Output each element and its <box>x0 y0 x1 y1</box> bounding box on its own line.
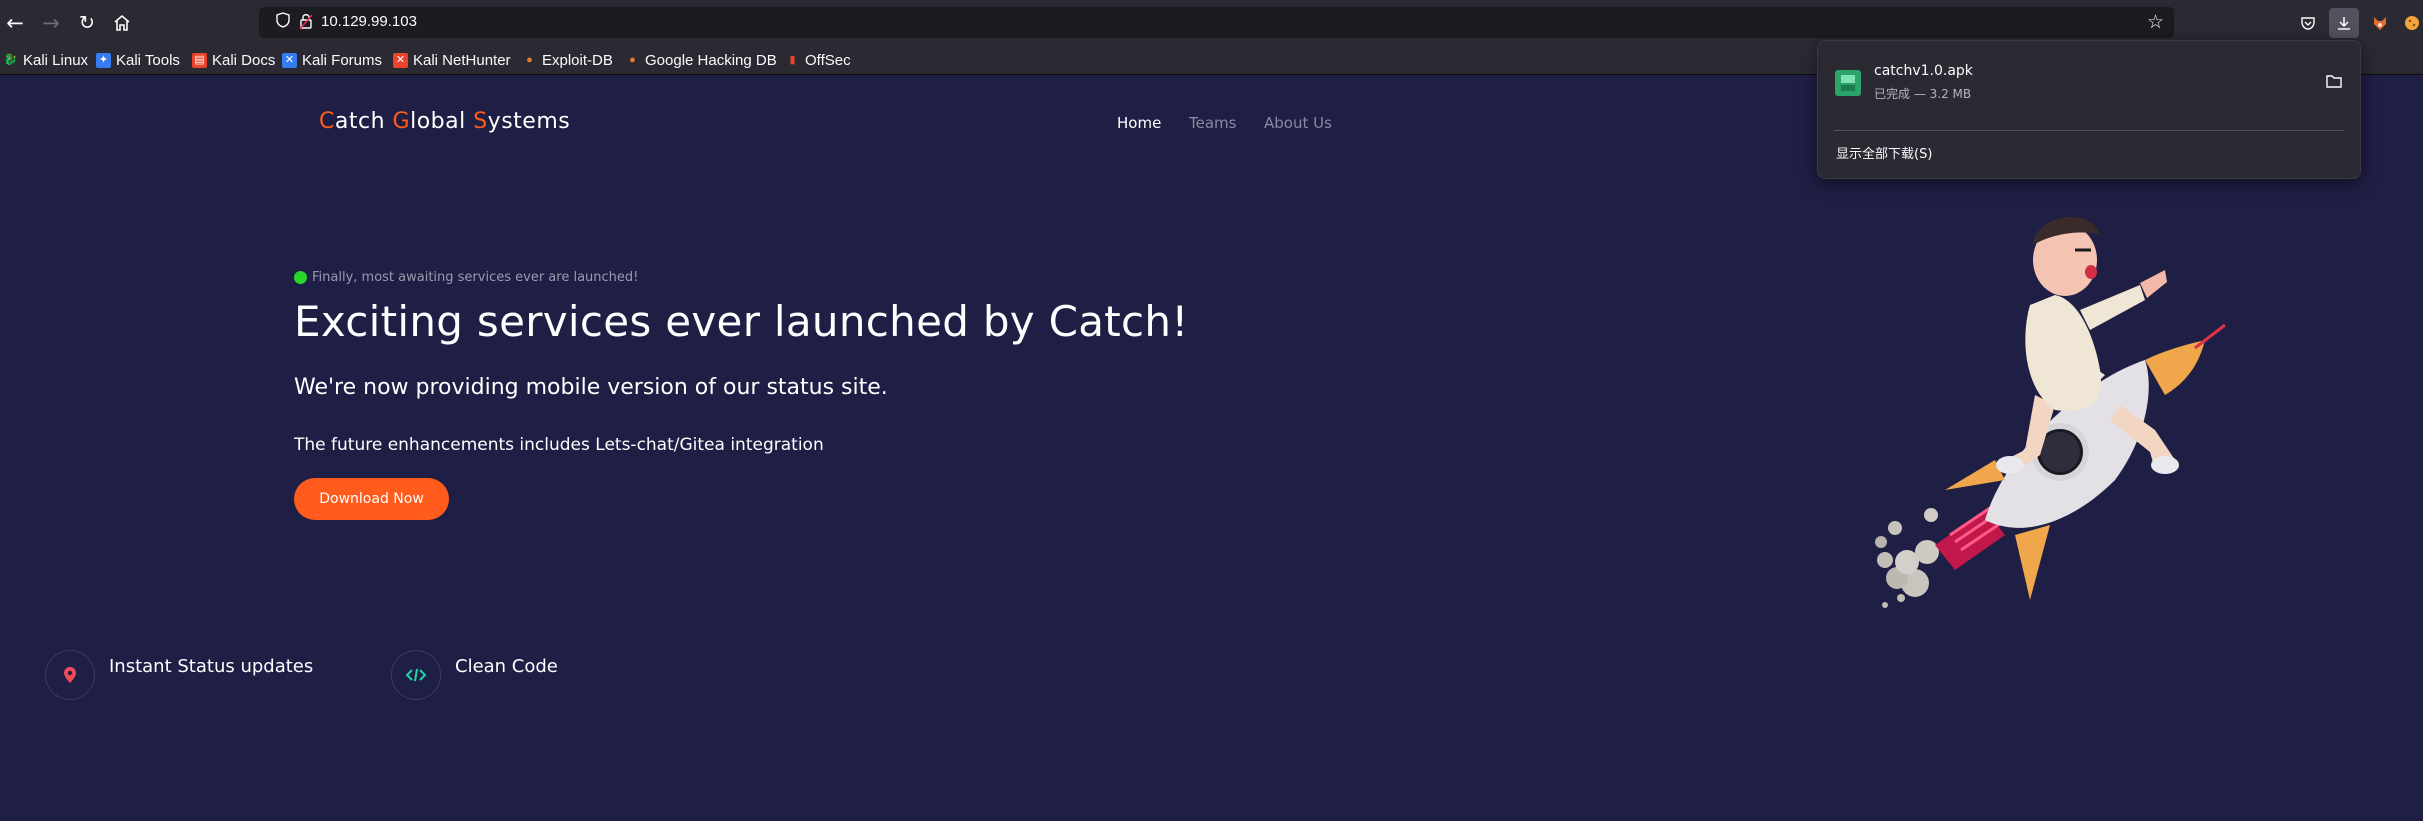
address-bar[interactable]: 10.129.99.103 ☆ <box>259 7 2174 38</box>
bookmark-label: OffSec <box>805 51 851 69</box>
downloads-icon[interactable] <box>2329 8 2359 38</box>
downloads-panel: catchv1.0.apk 已完成 — 3.2 MB 显示全部下载(S) <box>1817 40 2361 179</box>
location-pin-icon <box>45 650 95 700</box>
kali-forums-icon: ✕ <box>282 52 297 68</box>
pocket-icon[interactable] <box>2293 8 2323 38</box>
tagline-text: Finally, most awaiting services ever are… <box>312 270 639 285</box>
site-logo[interactable]: Catch Global Systems <box>319 109 570 134</box>
bookmark-label: Google Hacking DB <box>645 51 777 69</box>
bookmark-kali-forums[interactable]: ✕ Kali Forums <box>282 49 382 71</box>
bookmark-kali-linux[interactable]: 🐉 Kali Linux <box>3 49 88 71</box>
tracking-shield-icon[interactable] <box>273 12 293 32</box>
code-icon <box>391 650 441 700</box>
tagline: Finally, most awaiting services ever are… <box>294 270 638 285</box>
logo-text: lobal <box>410 109 474 134</box>
home-icon[interactable] <box>107 8 137 38</box>
nav-home[interactable]: Home <box>1117 114 1161 132</box>
bookmark-kali-tools[interactable]: ✦ Kali Tools <box>96 49 180 71</box>
bookmark-label: Kali Tools <box>116 51 180 69</box>
bookmark-kali-docs[interactable]: ▤ Kali Docs <box>192 49 275 71</box>
browser-window: ← → ↻ 10.129.99.103 ☆ 🐉 Kali Linux ✦ Kal… <box>0 0 2423 821</box>
hero-title: Exciting services ever launched by Catch… <box>294 297 1189 346</box>
show-all-downloads-link[interactable]: 显示全部下载(S) <box>1836 143 1932 162</box>
logo-letter: G <box>392 109 411 134</box>
logo-text: ystems <box>487 109 571 134</box>
nethunter-icon: ✕ <box>393 52 408 68</box>
page-content: Catch Global Systems Home Teams About Us… <box>0 75 2423 821</box>
kali-tools-icon: ✦ <box>96 52 111 68</box>
download-now-button[interactable]: Download Now <box>294 478 449 520</box>
download-status: 已完成 — 3.2 MB <box>1874 87 1972 101</box>
bookmark-exploit-db[interactable]: ● Exploit-DB <box>522 49 613 71</box>
open-folder-icon[interactable] <box>2322 71 2346 95</box>
panel-divider <box>1834 130 2344 131</box>
browser-toolbar: ← → ↻ 10.129.99.103 ☆ <box>0 0 2423 45</box>
bookmark-label: Kali Docs <box>212 51 276 69</box>
feature-clean-code: Clean Code <box>391 650 558 700</box>
status-dot-icon <box>294 271 307 284</box>
logo-letter: C <box>319 109 335 134</box>
extension-fox-icon[interactable] <box>2365 8 2395 38</box>
reload-icon[interactable]: ↻ <box>72 8 102 38</box>
bookmark-label: Kali Forums <box>302 51 383 69</box>
feature-label: Instant Status updates <box>109 656 314 677</box>
apk-file-icon <box>1834 69 1862 97</box>
bookmark-kali-nethunter[interactable]: ✕ Kali NetHunter <box>393 49 511 71</box>
hero-subtitle: We're now providing mobile version of ou… <box>294 375 888 400</box>
nav-about-us[interactable]: About Us <box>1264 114 1332 132</box>
bookmark-offsec[interactable]: ▮ OffSec <box>785 49 851 71</box>
ghdb-icon: ● <box>629 53 636 66</box>
extension-cookie-icon[interactable] <box>2401 8 2423 38</box>
logo-letter: S <box>473 109 488 134</box>
kali-icon: 🐉 <box>3 53 18 66</box>
bookmark-star-icon[interactable]: ☆ <box>2147 11 2164 33</box>
forward-icon[interactable]: → <box>36 8 66 38</box>
nav-teams[interactable]: Teams <box>1189 114 1236 132</box>
feature-label: Clean Code <box>455 656 558 677</box>
back-icon[interactable]: ← <box>0 8 30 38</box>
url-text[interactable]: 10.129.99.103 <box>321 13 417 30</box>
insecure-lock-icon[interactable] <box>299 12 317 32</box>
download-filename[interactable]: catchv1.0.apk <box>1874 63 1973 79</box>
bookmark-label: Exploit-DB <box>542 51 613 69</box>
bookmark-label: Kali NetHunter <box>413 51 511 69</box>
rocket-rider-illustration <box>1875 216 2226 608</box>
bookmark-label: Kali Linux <box>23 51 89 69</box>
logo-text: atch <box>334 109 393 134</box>
kali-docs-icon: ▤ <box>192 52 207 68</box>
feature-instant-status: Instant Status updates <box>45 650 313 700</box>
exploitdb-icon: ● <box>526 53 533 66</box>
hero-subtitle-2: The future enhancements includes Lets-ch… <box>294 435 824 455</box>
offsec-icon: ▮ <box>789 53 796 66</box>
bookmark-ghdb[interactable]: ● Google Hacking DB <box>625 49 777 71</box>
